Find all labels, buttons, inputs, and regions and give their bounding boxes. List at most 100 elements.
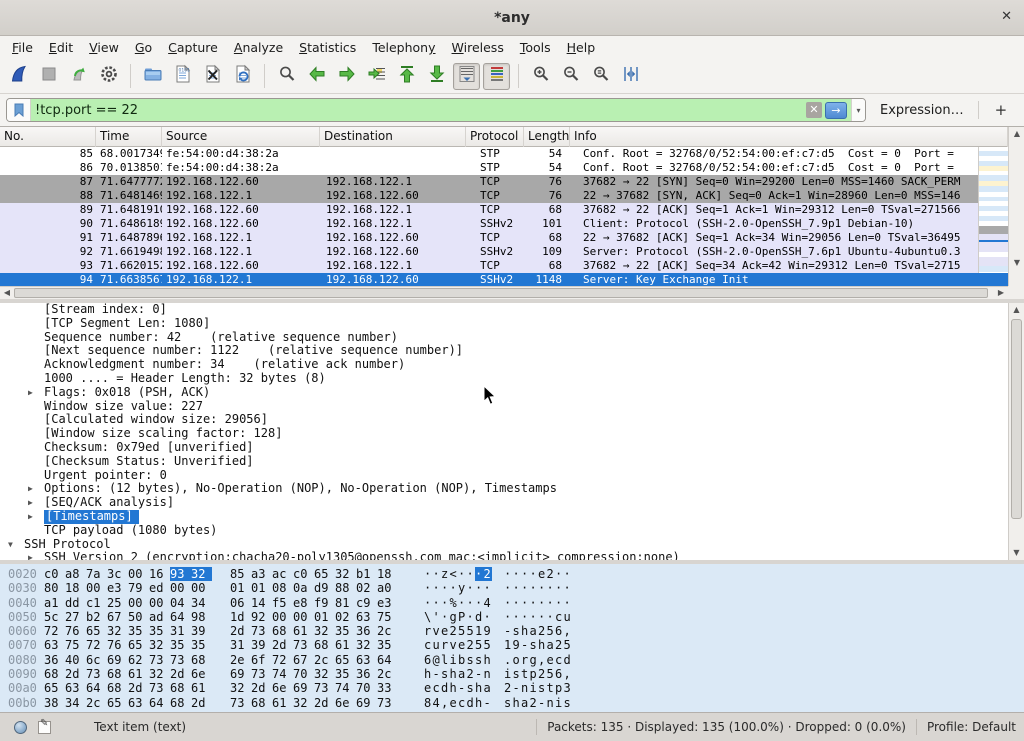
- hex-byte[interactable]: c0: [44, 567, 65, 581]
- hex-byte[interactable]: 2d: [272, 638, 293, 652]
- close-window-button[interactable]: ✕: [1001, 9, 1012, 24]
- hex-byte[interactable]: 00: [128, 596, 149, 610]
- hex-byte[interactable]: 73: [230, 696, 251, 710]
- packet-row-86[interactable]: 8670.013850163fe:54:00:d4:38:2aSTP54Conf…: [0, 161, 1008, 175]
- hex-byte[interactable]: 04: [170, 596, 191, 610]
- hex-byte[interactable]: 61: [335, 638, 356, 652]
- hex-byte[interactable]: e3: [377, 596, 398, 610]
- hex-byte[interactable]: 6f: [251, 653, 272, 667]
- column-header-info[interactable]: Info: [570, 127, 1008, 147]
- hex-byte[interactable]: 70: [293, 667, 314, 681]
- hex-byte[interactable]: 69: [356, 696, 377, 710]
- hex-byte[interactable]: 32: [335, 567, 356, 581]
- column-header-protocol[interactable]: Protocol: [466, 127, 524, 147]
- expander-closed-icon[interactable]: ▶: [28, 551, 33, 560]
- hex-byte[interactable]: 68: [314, 638, 335, 652]
- zoom-in-button[interactable]: [527, 63, 554, 90]
- hex-byte[interactable]: 31: [170, 624, 191, 638]
- expert-info-icon[interactable]: [14, 721, 27, 734]
- hex-byte[interactable]: 64: [377, 653, 398, 667]
- hex-byte[interactable]: 50: [128, 610, 149, 624]
- menu-edit[interactable]: Edit: [41, 37, 81, 58]
- hex-byte[interactable]: ac: [272, 567, 293, 581]
- menu-capture[interactable]: Capture: [160, 37, 226, 58]
- hex-byte[interactable]: 6e: [191, 667, 212, 681]
- hex-byte[interactable]: 70: [356, 681, 377, 695]
- hex-byte[interactable]: 98: [191, 610, 212, 624]
- hex-byte[interactable]: a3: [251, 567, 272, 581]
- capture-comment-icon[interactable]: [38, 721, 51, 734]
- hex-row-0080[interactable]: 008036406c69627373682e6f72672c6563646@li…: [0, 653, 1024, 667]
- detail-line[interactable]: TCP payload (1080 bytes): [0, 524, 1024, 538]
- expander-open-icon[interactable]: ▼: [8, 538, 13, 552]
- hex-row-0050[interactable]: 00505c27b26750ad64981d92000001026375\'·g…: [0, 610, 1024, 624]
- hex-byte[interactable]: 73: [377, 696, 398, 710]
- hex-byte[interactable]: 61: [191, 681, 212, 695]
- hex-byte[interactable]: 2d: [128, 681, 149, 695]
- hex-byte[interactable]: 27: [65, 610, 86, 624]
- hex-byte[interactable]: 01: [230, 581, 251, 595]
- detail-line[interactable]: [TCP Segment Len: 1080]: [0, 317, 1024, 331]
- detail-line[interactable]: Acknowledgment number: 34 (relative ack …: [0, 358, 1024, 372]
- hex-byte[interactable]: 65: [128, 638, 149, 652]
- hex-byte[interactable]: 01: [251, 581, 272, 595]
- hex-byte[interactable]: 64: [86, 681, 107, 695]
- hex-byte[interactable]: 02: [335, 610, 356, 624]
- scroll-right-icon[interactable]: ▶: [994, 287, 1008, 299]
- detail-line[interactable]: ▼SSH Protocol: [0, 538, 1024, 552]
- hex-byte[interactable]: 2c: [314, 653, 335, 667]
- hex-byte[interactable]: 6e: [272, 681, 293, 695]
- detail-line[interactable]: ▶SSH Version 2 (encryption:chacha20-poly…: [0, 551, 1024, 560]
- hex-byte[interactable]: 1d: [230, 610, 251, 624]
- hex-byte[interactable]: 63: [44, 638, 65, 652]
- colorize-button[interactable]: [483, 63, 510, 90]
- column-header-time[interactable]: Time: [96, 127, 162, 147]
- hex-byte[interactable]: 32: [230, 681, 251, 695]
- hex-byte[interactable]: 2d: [230, 624, 251, 638]
- menu-analyze[interactable]: Analyze: [226, 37, 291, 58]
- scroll-down-icon[interactable]: ▼: [1009, 256, 1024, 270]
- hex-byte[interactable]: 63: [128, 696, 149, 710]
- hex-byte[interactable]: 68: [272, 624, 293, 638]
- hex-byte[interactable]: 73: [149, 681, 170, 695]
- expander-closed-icon[interactable]: ▶: [28, 496, 33, 510]
- hex-byte[interactable]: 32: [314, 624, 335, 638]
- hex-byte[interactable]: 6c: [86, 653, 107, 667]
- detail-line[interactable]: ▶Flags: 0x018 (PSH, ACK): [0, 386, 1024, 400]
- hex-row-0020[interactable]: 0020c0a87a3c0016933285a3acc06532b118··z<…: [0, 567, 1024, 581]
- hex-byte[interactable]: 35: [335, 667, 356, 681]
- hex-byte[interactable]: 00: [128, 567, 149, 581]
- hex-byte[interactable]: c1: [86, 596, 107, 610]
- detail-line[interactable]: Sequence number: 42 (relative sequence n…: [0, 331, 1024, 345]
- hex-byte[interactable]: 35: [128, 624, 149, 638]
- go-first-button[interactable]: [393, 63, 420, 90]
- hex-byte[interactable]: 2d: [314, 696, 335, 710]
- hex-byte[interactable]: 0a: [293, 581, 314, 595]
- hex-byte[interactable]: 3c: [107, 567, 128, 581]
- profile-text[interactable]: Profile: Default: [927, 720, 1016, 734]
- hex-byte[interactable]: 61: [272, 696, 293, 710]
- hex-byte[interactable]: 68: [191, 653, 212, 667]
- restart-capture-button[interactable]: [65, 63, 92, 90]
- hex-byte[interactable]: 32: [356, 638, 377, 652]
- detail-line[interactable]: Urgent pointer: 0: [0, 469, 1024, 483]
- column-header-destination[interactable]: Destination: [320, 127, 466, 147]
- packet-row-94[interactable]: 9471.663856741192.168.122.1192.168.122.6…: [0, 273, 1008, 287]
- filter-clear-button[interactable]: ✕: [806, 102, 822, 118]
- hex-byte[interactable]: 06: [230, 596, 251, 610]
- zoom-original-button[interactable]: [587, 63, 614, 90]
- hex-byte[interactable]: 35: [377, 638, 398, 652]
- resize-columns-button[interactable]: [617, 63, 644, 90]
- hex-row-0090[interactable]: 0090682d736861322d6e697374703235362ch-sh…: [0, 667, 1024, 681]
- hex-byte[interactable]: 32: [191, 567, 212, 581]
- hex-byte[interactable]: 00: [293, 610, 314, 624]
- hex-byte[interactable]: 73: [314, 681, 335, 695]
- hex-byte[interactable]: 68: [44, 667, 65, 681]
- hex-byte[interactable]: 36: [356, 667, 377, 681]
- stop-capture-button[interactable]: [35, 63, 62, 90]
- detail-line[interactable]: ▶[Timestamps]: [0, 510, 1024, 524]
- expander-closed-icon[interactable]: ▶: [28, 510, 33, 524]
- hex-byte[interactable]: 67: [107, 610, 128, 624]
- hex-byte[interactable]: 34: [191, 596, 212, 610]
- hex-byte[interactable]: 69: [293, 681, 314, 695]
